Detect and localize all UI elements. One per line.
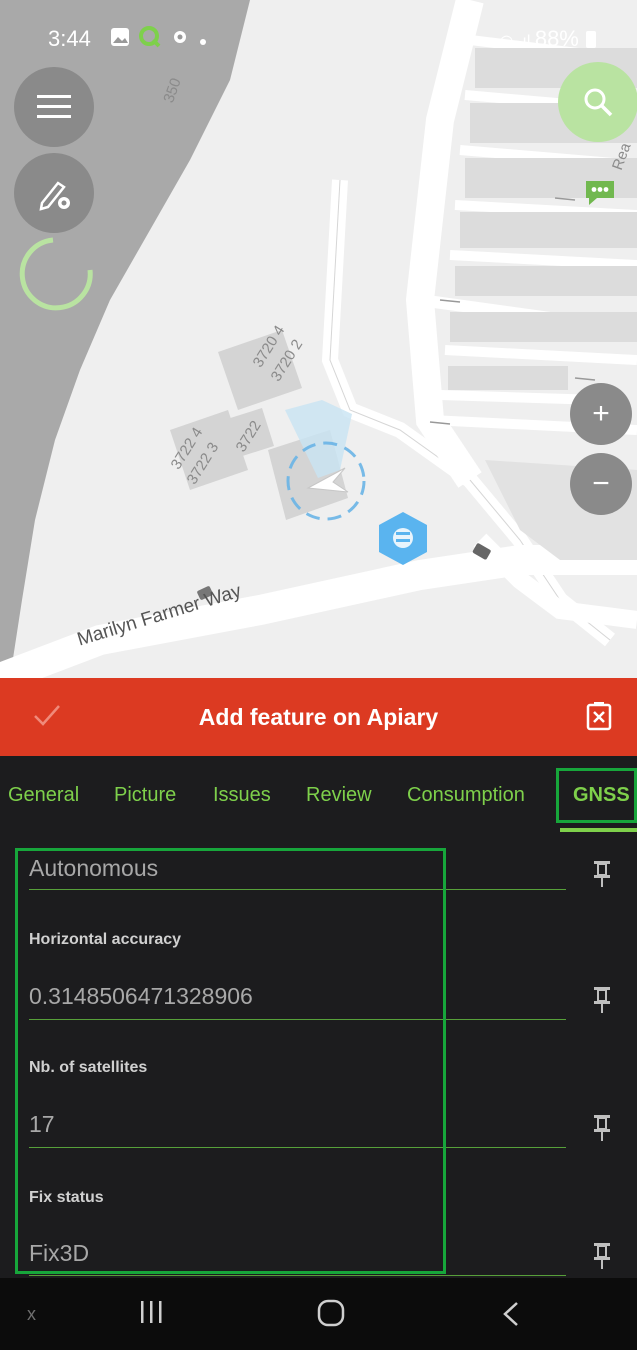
pin-icon[interactable] [593, 1114, 611, 1147]
settings-icon [170, 27, 190, 53]
battery-icon [585, 26, 597, 51]
battery-percent: 88% [534, 26, 579, 51]
nav-x-label: x [27, 1304, 36, 1324]
wifi-signal-icon: ◠ .ıl [499, 33, 535, 50]
map-canvas[interactable]: 350 3720 4 3720 2 3722 4 3722 3 3722 Mar… [0, 0, 637, 678]
digitize-settings-button[interactable] [14, 153, 94, 233]
home-button[interactable] [316, 1298, 346, 1333]
trash-x-icon [586, 702, 612, 731]
system-nav-bar: x [0, 1278, 637, 1350]
tab-picture[interactable]: Picture [114, 784, 176, 807]
message-log-icon[interactable] [583, 178, 617, 213]
search-button[interactable] [558, 62, 637, 142]
hamburger-icon [37, 95, 71, 118]
map-background [0, 0, 637, 678]
checkmark-icon [34, 705, 60, 726]
pin-icon[interactable] [593, 1242, 611, 1275]
search-icon [584, 88, 613, 117]
form-title: Add feature on Apiary [198, 703, 439, 730]
fields-highlight-box [15, 848, 446, 1274]
gallery-icon [110, 27, 130, 53]
status-time: 3:44 [48, 26, 91, 51]
home-icon [317, 1299, 345, 1327]
recent-apps-icon [141, 1301, 162, 1323]
pencil-gear-icon [39, 181, 70, 211]
form-tab-bar: General Picture Issues Review Consumptio… [0, 756, 637, 838]
field-underline [29, 1275, 566, 1276]
tab-issues[interactable]: Issues [213, 784, 271, 807]
qfield-app-icon [138, 25, 162, 55]
active-tab-indicator [560, 828, 637, 832]
save-button[interactable] [32, 702, 62, 733]
notification-dot-icon [198, 27, 208, 53]
main-menu-button[interactable] [14, 67, 94, 147]
tab-review[interactable]: Review [306, 784, 372, 807]
status-bar: 3:44 ◠ .ıl 88% [0, 22, 637, 58]
back-arrow-icon [503, 1302, 518, 1326]
form-header: Add feature on Apiary [0, 678, 637, 756]
delete-feature-button[interactable] [586, 701, 612, 736]
status-icons [110, 25, 208, 55]
tab-highlight-box [556, 768, 637, 823]
pin-icon[interactable] [593, 860, 611, 893]
pin-icon[interactable] [593, 986, 611, 1019]
tab-consumption[interactable]: Consumption [407, 784, 525, 807]
back-button[interactable] [500, 1300, 522, 1333]
zoom-out-button[interactable]: − [570, 453, 632, 515]
recent-apps-button[interactable] [138, 1298, 166, 1331]
zoom-in-button[interactable]: + [570, 383, 632, 445]
tab-general[interactable]: General [8, 784, 79, 807]
status-right: ◠ .ıl 88% [500, 26, 597, 52]
